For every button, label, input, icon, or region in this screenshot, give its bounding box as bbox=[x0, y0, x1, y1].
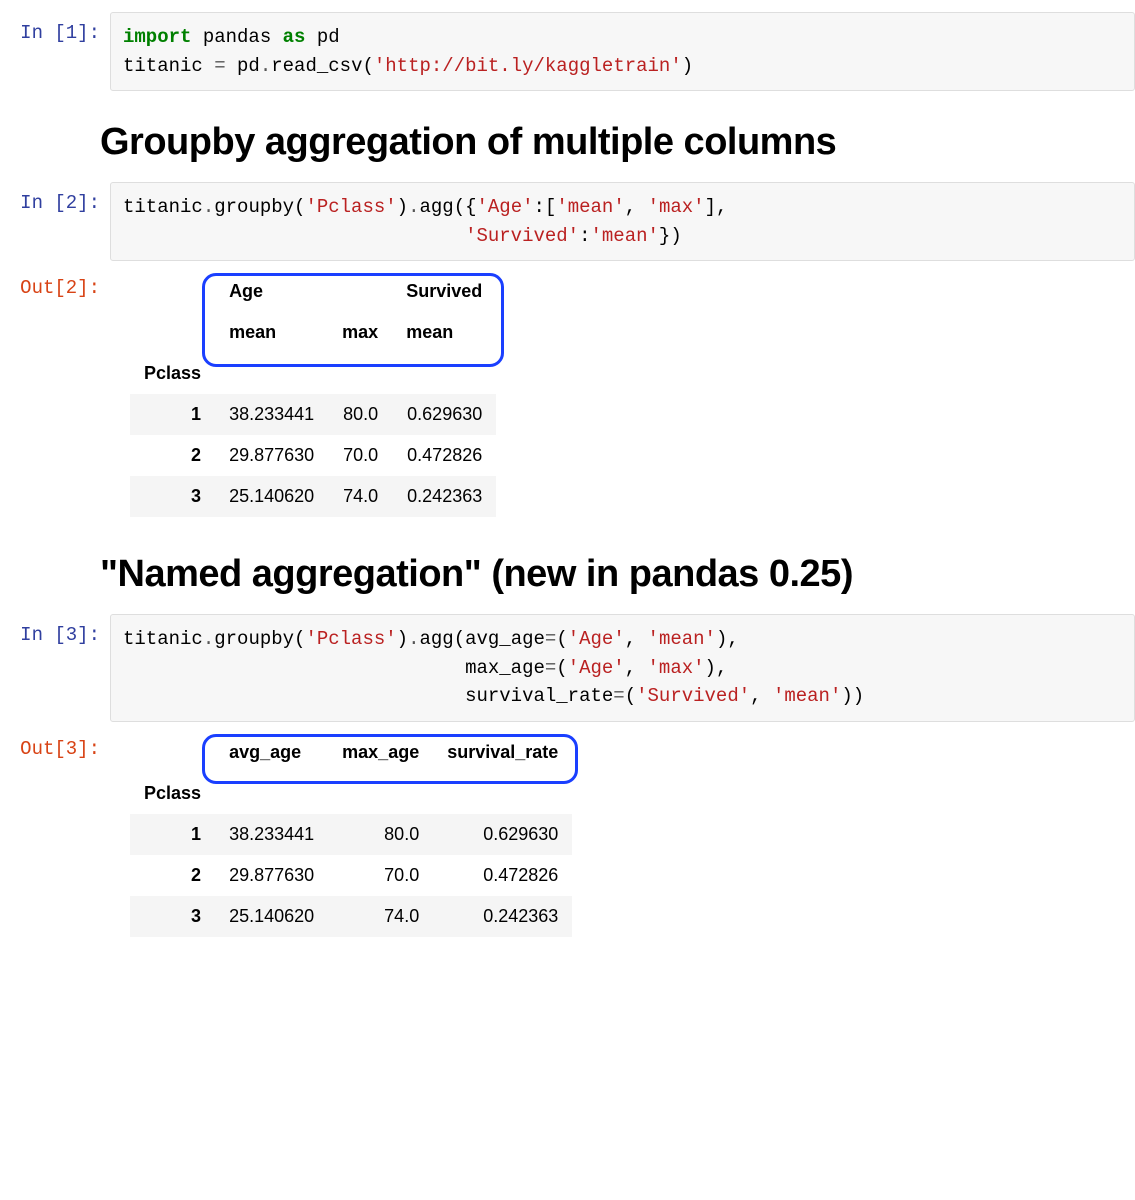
code-block-1[interactable]: import pandas as pd titanic = pd.read_cs… bbox=[110, 12, 1135, 91]
prompt-out-2: Out[2]: bbox=[0, 267, 110, 299]
output-table-2: Age Survived mean max mean Pclass bbox=[130, 271, 496, 517]
col-max-age: max_age bbox=[328, 732, 433, 773]
col-age: Age bbox=[215, 271, 392, 312]
subcol-mean: mean bbox=[215, 312, 328, 353]
output-block-2: Age Survived mean max mean Pclass bbox=[110, 267, 1135, 523]
code-block-3[interactable]: titanic.groupby('Pclass').agg(avg_age=('… bbox=[110, 614, 1135, 722]
table-row: 1 38.233441 80.0 0.629630 bbox=[130, 394, 496, 435]
input-cell-1: In [1]: import pandas as pd titanic = pd… bbox=[0, 12, 1135, 91]
kw-import: import bbox=[123, 26, 191, 48]
table-row: 3 25.140620 74.0 0.242363 bbox=[130, 896, 572, 937]
subcol-mean-2: mean bbox=[392, 312, 496, 353]
table-row: 1 38.233441 80.0 0.629630 bbox=[130, 814, 572, 855]
col-avg-age: avg_age bbox=[215, 732, 328, 773]
output-table-3: avg_age max_age survival_rate Pclass 1 3… bbox=[130, 732, 572, 937]
index-name: Pclass bbox=[130, 773, 215, 814]
input-cell-2: In [2]: titanic.groupby('Pclass').agg({'… bbox=[0, 182, 1135, 261]
col-survival-rate: survival_rate bbox=[433, 732, 572, 773]
prompt-out-3: Out[3]: bbox=[0, 728, 110, 760]
prompt-in-3: In [3]: bbox=[0, 614, 110, 646]
output-cell-3: Out[3]: avg_age max_age survival_rate Pc… bbox=[0, 728, 1135, 943]
code-block-2[interactable]: titanic.groupby('Pclass').agg({'Age':['m… bbox=[110, 182, 1135, 261]
col-survived: Survived bbox=[392, 271, 496, 312]
kw-as: as bbox=[283, 26, 306, 48]
output-cell-2: Out[2]: Age Survived mean max mean bbox=[0, 267, 1135, 523]
prompt-in-1: In [1]: bbox=[0, 12, 110, 44]
section-heading-1: Groupby aggregation of multiple columns bbox=[100, 121, 1135, 164]
index-name: Pclass bbox=[130, 353, 215, 394]
table-row: 2 29.877630 70.0 0.472826 bbox=[130, 435, 496, 476]
subcol-max: max bbox=[328, 312, 392, 353]
table-row: 3 25.140620 74.0 0.242363 bbox=[130, 476, 496, 517]
prompt-in-2: In [2]: bbox=[0, 182, 110, 214]
input-cell-3: In [3]: titanic.groupby('Pclass').agg(av… bbox=[0, 614, 1135, 722]
output-block-3: avg_age max_age survival_rate Pclass 1 3… bbox=[110, 728, 1135, 943]
section-heading-2: "Named aggregation" (new in pandas 0.25) bbox=[100, 553, 1135, 596]
table-row: 2 29.877630 70.0 0.472826 bbox=[130, 855, 572, 896]
